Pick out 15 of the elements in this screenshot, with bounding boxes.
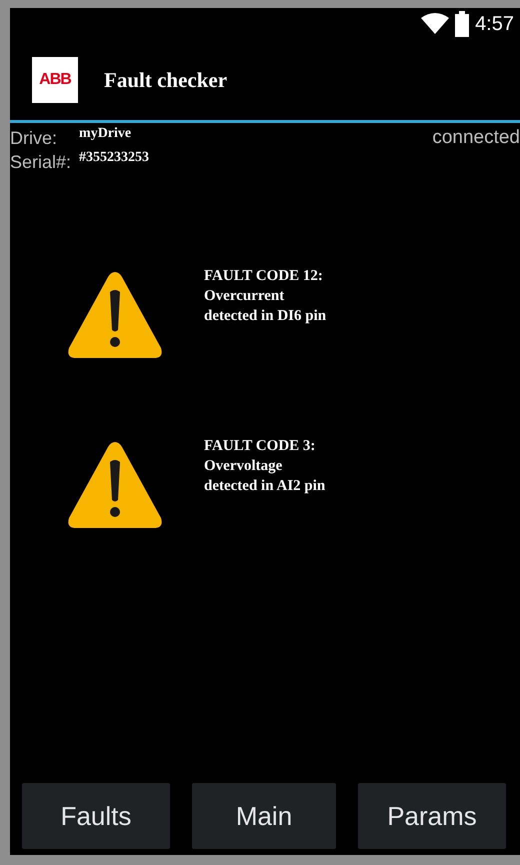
- app-title: Fault checker: [104, 68, 228, 92]
- clock-time: 4:57: [475, 12, 514, 36]
- serial-label: Serial#:: [10, 151, 72, 174]
- wifi-icon: [421, 13, 450, 35]
- drive-name: myDrive: [79, 126, 132, 143]
- fault-message: FAULT CODE 3: Overvoltage detected in AI2 pin: [204, 437, 326, 496]
- nav-button[interactable]: Main: [192, 783, 336, 849]
- connection-status: connected: [432, 126, 520, 150]
- nav-button[interactable]: Faults: [22, 783, 170, 849]
- serial-number: #355233253: [79, 150, 150, 167]
- app-logo: ABB: [32, 57, 78, 103]
- nav-button[interactable]: Params: [358, 783, 506, 849]
- drive-label: Drive:: [10, 127, 58, 150]
- battery-icon: [455, 11, 470, 37]
- fault-message: FAULT CODE 12: Overcurrent detected in DI6 pin: [204, 267, 326, 326]
